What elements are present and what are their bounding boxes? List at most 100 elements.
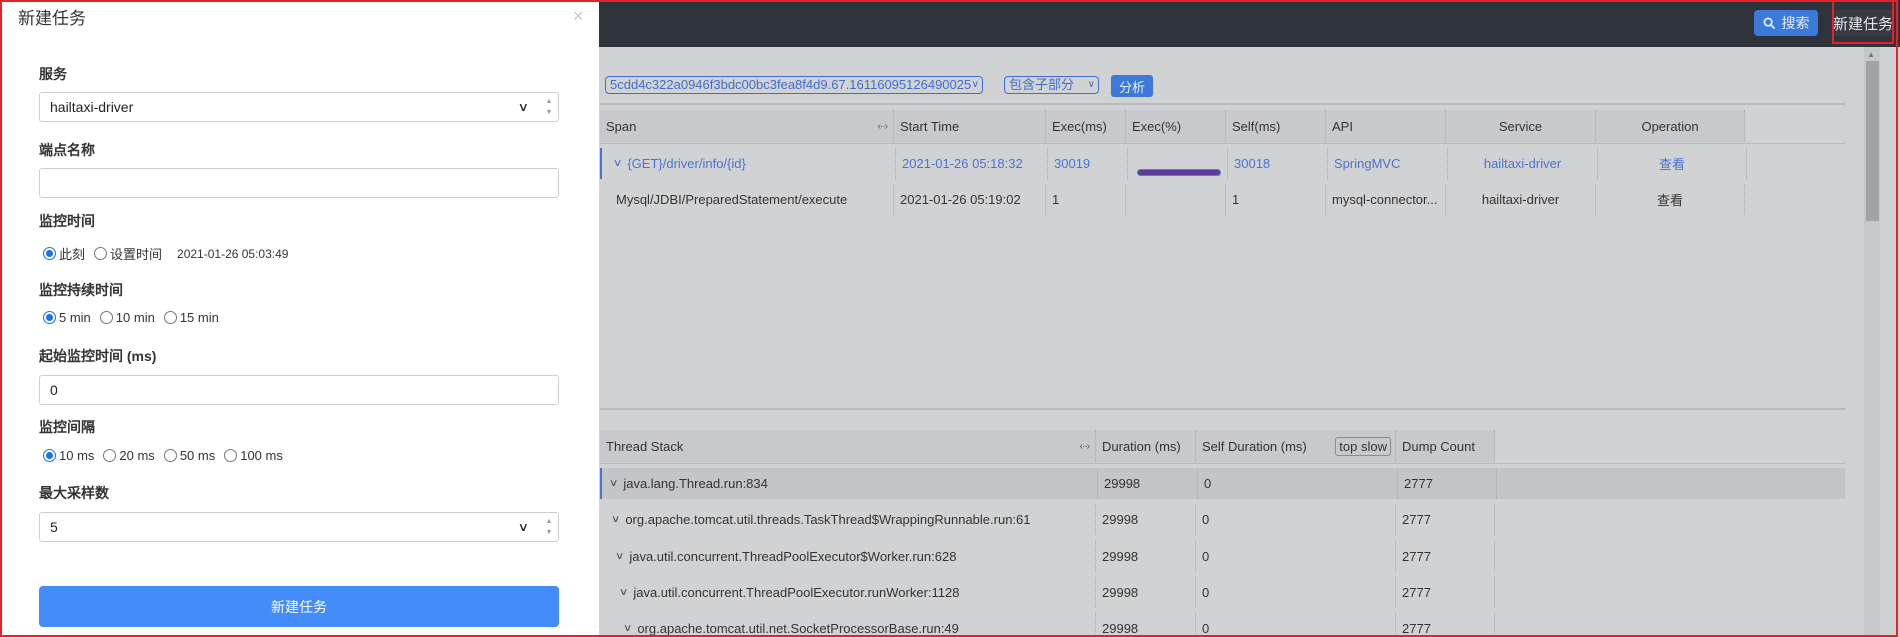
span-service: hailtaxi-driver bbox=[1445, 184, 1595, 215]
span-name: Mysql/JDBI/PreparedStatement/execute bbox=[616, 192, 848, 207]
top-slow-button[interactable]: top slow bbox=[1335, 436, 1391, 456]
radio-10min[interactable]: 10 min bbox=[99, 310, 155, 325]
col-header-service: Service bbox=[1445, 110, 1595, 142]
chevron-down-icon: ∨ bbox=[517, 100, 530, 114]
span-exec-pct bbox=[1125, 184, 1225, 215]
thread-dump-count: 2777 bbox=[1395, 613, 1495, 637]
service-value: hailtaxi-driver bbox=[50, 99, 134, 115]
divider bbox=[600, 103, 1845, 105]
radio-now[interactable]: 此刻 bbox=[43, 244, 85, 263]
endpoint-input[interactable] bbox=[39, 168, 559, 198]
thread-duration: 29998 bbox=[1095, 613, 1195, 637]
chevron-down-icon[interactable]: ∨ bbox=[623, 623, 633, 634]
chevron-down-icon[interactable]: ∨ bbox=[615, 551, 625, 562]
thread-dump-count: 2777 bbox=[1395, 577, 1495, 608]
resize-icon[interactable]: ‹··› bbox=[1080, 441, 1090, 452]
span-row[interactable]: Mysql/JDBI/PreparedStatement/execute 202… bbox=[600, 184, 1745, 215]
chevron-down-icon[interactable]: ∨ bbox=[609, 478, 619, 489]
analyze-button[interactable]: 分析 bbox=[1111, 75, 1153, 97]
thread-dump-count: 2777 bbox=[1395, 541, 1495, 572]
radio-50ms[interactable]: 50 ms bbox=[163, 448, 215, 463]
radio-15min[interactable]: 15 min bbox=[163, 310, 219, 325]
create-task-button[interactable]: 新建任务 bbox=[39, 586, 559, 627]
service-select[interactable]: hailtaxi-driver ∨ ▲ ▼ bbox=[39, 92, 559, 122]
thread-duration: 29998 bbox=[1097, 468, 1197, 499]
spinner-icon[interactable]: ▲ ▼ bbox=[544, 516, 554, 538]
interval-label: 监控间隔 bbox=[39, 419, 95, 435]
span-table-header: Span ‹··› Start Time Exec(ms) Exec(%) Se… bbox=[600, 110, 1745, 142]
scroll-up-icon[interactable]: ▲ bbox=[1867, 50, 1875, 59]
thread-row[interactable]: ∨ org.apache.tomcat.util.net.SocketProces… bbox=[600, 613, 1495, 637]
view-link[interactable]: 查看 bbox=[1597, 148, 1747, 179]
modal-title: 新建任务 bbox=[18, 9, 86, 28]
span-api: SpringMVC bbox=[1327, 148, 1447, 179]
spinner-icon[interactable]: ▲ ▼ bbox=[544, 96, 554, 118]
trace-id-value: 5cdd4c322a0946f3bdc00bc3fea8f4d9.67.1611… bbox=[610, 77, 972, 92]
span-exec-pct bbox=[1127, 148, 1227, 179]
monitor-time-radios: 此刻 设置时间 2021-01-26 05:03:49 bbox=[43, 244, 288, 263]
col-header-api: API bbox=[1325, 110, 1445, 142]
col-header-span[interactable]: Span ‹··› bbox=[600, 110, 893, 142]
divider bbox=[600, 143, 1845, 144]
max-samples-value: 5 bbox=[50, 519, 58, 535]
span-service: hailtaxi-driver bbox=[1447, 148, 1597, 179]
start-time-label: 起始监控时间 (ms) bbox=[39, 348, 157, 364]
thread-stack-name: java.util.concurrent.ThreadPoolExecutor$… bbox=[629, 549, 957, 564]
col-header-thread-stack[interactable]: Thread Stack ‹··› bbox=[600, 430, 1095, 462]
chevron-down-icon: ∨ bbox=[517, 520, 530, 534]
radio-10ms[interactable]: 10 ms bbox=[43, 448, 94, 463]
thread-row[interactable]: ∨ org.apache.tomcat.util.threads.TaskThre… bbox=[600, 504, 1495, 535]
col-header-dump-count: Dump Count bbox=[1395, 430, 1495, 462]
thread-row[interactable]: ∨ java.lang.Thread.run:834 29998 0 2777 bbox=[600, 468, 1845, 499]
app-root: 搜索 新建任务 5cdd4c322a0946f3bdc00bc3fea8f4d9… bbox=[0, 0, 1900, 637]
max-samples-label: 最大采样数 bbox=[39, 485, 109, 501]
thread-self-duration: 0 bbox=[1195, 541, 1395, 572]
trace-id-select[interactable]: 5cdd4c322a0946f3bdc00bc3fea8f4d9.67.1611… bbox=[605, 76, 983, 94]
thread-stack-name: org.apache.tomcat.util.threads.TaskThrea… bbox=[625, 512, 1031, 527]
search-button[interactable]: 搜索 bbox=[1754, 10, 1818, 36]
radio-set-time[interactable]: 设置时间 bbox=[94, 244, 162, 263]
include-mode-select[interactable]: 包含子部分 ∨ bbox=[1004, 76, 1099, 94]
thread-row[interactable]: ∨ java.util.concurrent.ThreadPoolExecutor… bbox=[600, 577, 1495, 608]
interval-radios: 10 ms 20 ms 50 ms 100 ms bbox=[43, 448, 288, 463]
thread-self-duration: 0 bbox=[1195, 613, 1395, 637]
resize-icon[interactable]: ‹··› bbox=[878, 121, 888, 132]
search-icon bbox=[1763, 17, 1775, 29]
new-task-top-button[interactable]: 新建任务 bbox=[1832, 10, 1894, 36]
start-time-input[interactable]: 0 bbox=[39, 375, 559, 405]
monitor-time-label: 监控时间 bbox=[39, 213, 95, 229]
include-mode-value: 包含子部分 bbox=[1009, 77, 1075, 92]
divider bbox=[600, 408, 1845, 410]
close-icon[interactable]: × bbox=[573, 6, 584, 27]
span-exec-ms: 30019 bbox=[1047, 148, 1127, 179]
thread-self-duration: 0 bbox=[1195, 577, 1395, 608]
view-link[interactable]: 查看 bbox=[1595, 184, 1745, 215]
scrollbar-thumb[interactable] bbox=[1866, 61, 1879, 221]
radio-100ms[interactable]: 100 ms bbox=[224, 448, 283, 463]
chevron-down-icon: ∨ bbox=[971, 79, 979, 90]
thread-self-duration: 0 bbox=[1195, 504, 1395, 535]
monitor-time-value: 2021-01-26 05:03:49 bbox=[177, 246, 289, 261]
span-row[interactable]: ∨ {GET}/driver/info/{id} 2021-01-26 05:1… bbox=[600, 148, 1747, 179]
chevron-down-icon[interactable]: ∨ bbox=[619, 587, 629, 598]
endpoint-label: 端点名称 bbox=[39, 142, 95, 158]
radio-5min[interactable]: 5 min bbox=[43, 310, 91, 325]
thread-stack-name: org.apache.tomcat.util.net.SocketProcess… bbox=[637, 621, 959, 636]
span-self-ms: 30018 bbox=[1227, 148, 1327, 179]
chevron-down-icon: ∨ bbox=[1087, 79, 1095, 90]
span-api: mysql-connector... bbox=[1325, 184, 1445, 215]
duration-radios: 5 min 10 min 15 min bbox=[43, 310, 224, 325]
exec-progress-bar bbox=[1138, 170, 1220, 175]
col-header-self-ms: Self(ms) bbox=[1225, 110, 1325, 142]
chevron-down-icon[interactable]: ∨ bbox=[613, 158, 623, 169]
thread-dump-count: 2777 bbox=[1397, 468, 1497, 499]
thread-row[interactable]: ∨ java.util.concurrent.ThreadPoolExecutor… bbox=[600, 541, 1495, 572]
thread-duration: 29998 bbox=[1095, 541, 1195, 572]
thread-self-duration: 0 bbox=[1197, 468, 1397, 499]
thread-table-header: Thread Stack ‹··› Duration (ms) Self Dur… bbox=[600, 430, 1495, 462]
radio-20ms[interactable]: 20 ms bbox=[103, 448, 155, 463]
thread-duration: 29998 bbox=[1095, 504, 1195, 535]
chevron-down-icon[interactable]: ∨ bbox=[611, 514, 621, 525]
thread-stack-name: java.util.concurrent.ThreadPoolExecutor.… bbox=[633, 585, 960, 600]
max-samples-select[interactable]: 5 ∨ ▲ ▼ bbox=[39, 512, 559, 542]
